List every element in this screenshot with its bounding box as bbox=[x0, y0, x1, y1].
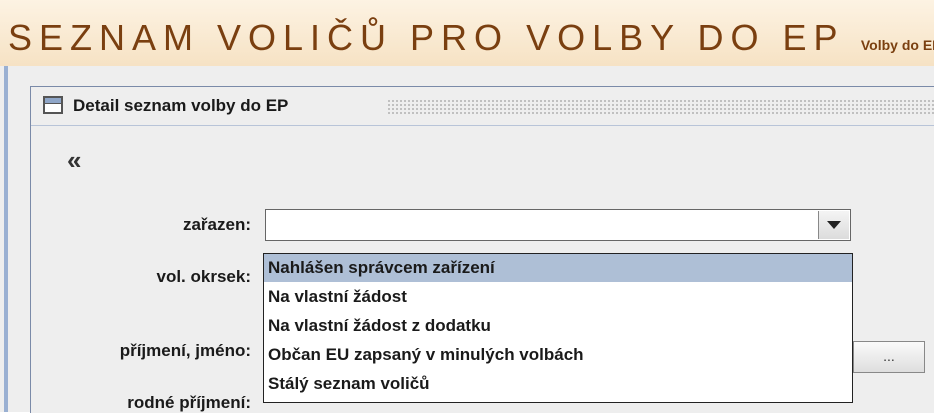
okrsek-label: vol. okrsek: bbox=[156, 267, 252, 286]
dropdown-option[interactable]: Na vlastní žádost z dodatku bbox=[264, 312, 852, 340]
chevron-down-icon bbox=[827, 221, 841, 229]
ellipsis-button[interactable]: ... bbox=[853, 341, 925, 373]
zarazen-label: zařazen: bbox=[182, 215, 251, 234]
dropdown-option[interactable]: Nahlášen správcem zařízení bbox=[264, 254, 852, 282]
page-title-text: SEZNAM VOLIČŮ PRO VOLBY DO EP bbox=[8, 17, 844, 58]
zarazen-dropdown-list: Nahlášen správcem zařízení Na vlastní žá… bbox=[263, 253, 853, 403]
dropdown-option[interactable]: Na vlastní žádost bbox=[264, 283, 852, 311]
detail-panel: Detail seznam volby do EP « zařazen: vol… bbox=[30, 86, 934, 413]
dropdown-option[interactable]: Stálý seznam voličů bbox=[264, 370, 852, 398]
left-frame-edge bbox=[4, 66, 8, 412]
combobox-dropdown-button[interactable] bbox=[818, 211, 849, 239]
page-subtitle: Volby do EP : bbox=[860, 37, 934, 53]
dropdown-option[interactable]: Občan EU zapsaný v minulých volbách bbox=[264, 341, 852, 369]
app-window: SEZNAM VOLIČŮ PRO VOLBY DO EP Volby do E… bbox=[0, 0, 934, 413]
header-band: SEZNAM VOLIČŮ PRO VOLBY DO EP Volby do E… bbox=[0, 0, 934, 66]
rodne-prijmeni-label: rodné příjmení: bbox=[127, 393, 251, 412]
panel-titlebar: Detail seznam volby do EP bbox=[31, 87, 934, 126]
prijmeni-label: příjmení, jméno: bbox=[119, 341, 251, 360]
panel-title: Detail seznam volby do EP bbox=[73, 96, 289, 115]
titlebar-grip bbox=[387, 99, 934, 114]
back-button[interactable]: « bbox=[67, 147, 81, 173]
page-title: SEZNAM VOLIČŮ PRO VOLBY DO EP Volby do E… bbox=[8, 18, 934, 65]
window-icon bbox=[43, 96, 63, 114]
zarazen-combobox[interactable] bbox=[265, 209, 851, 241]
